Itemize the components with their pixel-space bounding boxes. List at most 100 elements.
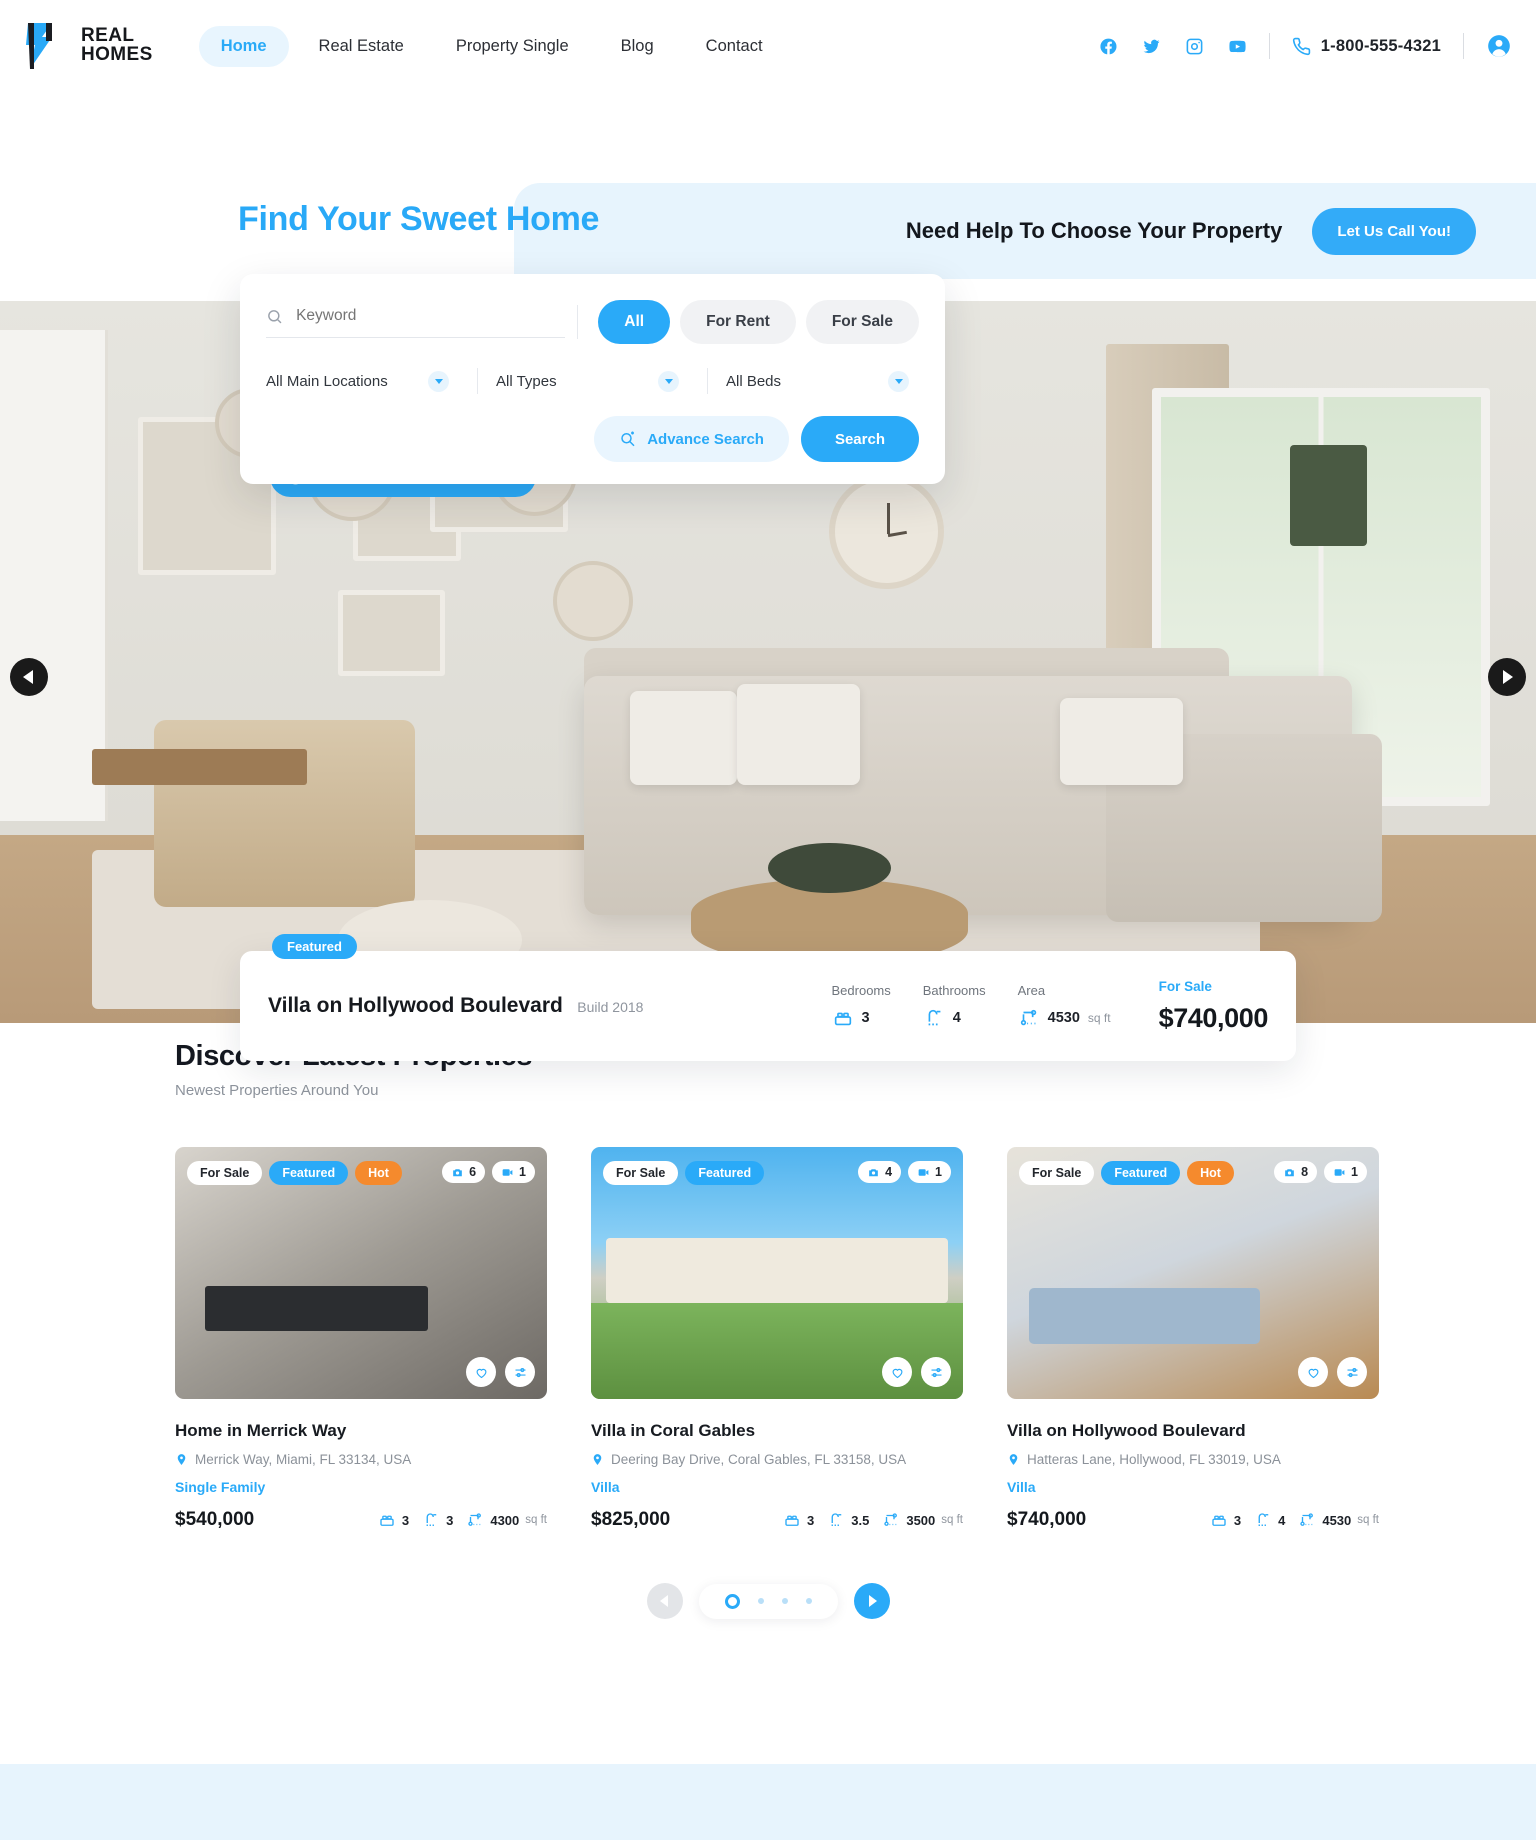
bed-icon [785, 1515, 799, 1526]
video-icon [1334, 1168, 1345, 1176]
card-actions [882, 1357, 951, 1387]
brand-logo-icon [22, 19, 70, 73]
nav-item-property-single[interactable]: Property Single [434, 26, 591, 67]
camera-icon [1285, 1168, 1294, 1176]
compare-button[interactable] [1337, 1357, 1367, 1387]
carousel-prev-button[interactable] [646, 1583, 683, 1619]
carousel-dot-4[interactable] [805, 1598, 812, 1604]
featured-property-card[interactable]: Featured Villa on Hollywood Boulevard Bu… [240, 934, 1296, 1061]
spec-beds: 3 [378, 1511, 409, 1529]
phone-link[interactable]: 1-800-555-4321 [1270, 37, 1463, 56]
nav-item-home[interactable]: Home [198, 25, 289, 67]
spec-area-value: 4300 [490, 1512, 520, 1528]
chevron-down-icon [658, 370, 679, 392]
spec-beds-value: 3 [807, 1512, 815, 1528]
user-circle-icon[interactable] [1486, 33, 1512, 59]
property-footer: $825,000 3 3.5 3500 sq ft [591, 1509, 963, 1531]
search-row-filters: All Main Locations All Types All Beds [266, 368, 919, 394]
spec-area: 4530 sq ft [1298, 1511, 1379, 1529]
social-links [1099, 37, 1247, 56]
property-footer: $540,000 3 3 4300 sq ft [175, 1509, 547, 1531]
compare-button[interactable] [921, 1357, 951, 1387]
media-counts: 8 1 [1274, 1161, 1367, 1183]
nav-item-blog[interactable]: Blog [599, 26, 676, 67]
video-count-value: 1 [1351, 1165, 1358, 1179]
nav-item-real-estate[interactable]: Real Estate [297, 26, 426, 67]
property-card[interactable]: For Sale Featured 4 1 Villa in Coral Gab… [591, 1147, 963, 1531]
nav-item-contact[interactable]: Contact [684, 26, 785, 67]
shower-icon [928, 1009, 941, 1026]
tab-all[interactable]: All [598, 300, 671, 344]
video-count: 1 [1324, 1161, 1367, 1183]
featured-area: Area 4530 sq ft [1018, 983, 1111, 1029]
property-card[interactable]: For Sale Featured Hot 8 1 Villa on Holly… [1007, 1147, 1379, 1531]
select-types-label: All Types [496, 372, 557, 390]
bed-icon [834, 1012, 851, 1026]
logo[interactable]: REAL HOMES [22, 19, 153, 73]
favorite-button[interactable] [466, 1357, 496, 1387]
shower-icon [1258, 1513, 1269, 1526]
favorite-button[interactable] [882, 1357, 912, 1387]
featured-heading: Villa on Hollywood Boulevard Build 2018 [268, 994, 643, 1018]
select-types[interactable]: All Types [496, 370, 689, 392]
spec-area: 4300 sq ft [466, 1511, 547, 1529]
featured-bedrooms-value: 3 [861, 1010, 870, 1026]
discover-subtitle: Newest Properties Around You [175, 1082, 379, 1099]
area-icon [884, 1513, 898, 1526]
spec-area-unit: sq ft [941, 1514, 963, 1526]
search-plus-icon [621, 431, 635, 447]
bed-icon [380, 1515, 394, 1526]
tab-for-rent[interactable]: For Rent [680, 300, 796, 344]
carousel-dot-1[interactable] [724, 1593, 740, 1609]
carousel-dot-3[interactable] [781, 1598, 788, 1604]
property-address-text: Merrick Way, Miami, FL 33134, USA [195, 1452, 412, 1467]
spec-area-unit: sq ft [525, 1514, 547, 1526]
video-count: 1 [908, 1161, 951, 1183]
property-image[interactable]: For Sale Featured Hot 8 1 [1007, 1147, 1379, 1399]
spec-beds-value: 3 [1233, 1512, 1242, 1528]
search-row-actions: Advance Search Search [266, 416, 919, 462]
carousel-dots [698, 1583, 838, 1619]
discover-section: Discover Latest Properties Newest Proper… [0, 1040, 1536, 1619]
property-image[interactable]: For Sale Featured Hot 6 1 [175, 1147, 547, 1399]
header-utilities: 1-800-555-4321 [1099, 33, 1512, 59]
youtube-icon[interactable] [1228, 37, 1247, 56]
facebook-icon[interactable] [1099, 37, 1118, 56]
spec-beds: 3 [783, 1511, 814, 1529]
hero-prev-button[interactable] [10, 658, 48, 696]
property-image[interactable]: For Sale Featured 4 1 [591, 1147, 963, 1399]
site-header: REAL HOMES Home Real Estate Property Sin… [0, 0, 1536, 92]
property-type: Single Family [175, 1479, 266, 1495]
search-input[interactable] [296, 307, 566, 325]
spec-beds: 3 [1210, 1511, 1241, 1529]
select-locations[interactable]: All Main Locations [266, 370, 459, 392]
carousel-next-button[interactable] [853, 1583, 890, 1619]
compare-icon [931, 1367, 941, 1377]
media-counts: 4 1 [858, 1161, 951, 1183]
carousel-dot-2[interactable] [757, 1598, 764, 1604]
property-type: Villa [591, 1479, 620, 1495]
spec-area-value: 4530 [1322, 1512, 1352, 1528]
spec-beds-value: 3 [401, 1512, 410, 1528]
tab-for-sale[interactable]: For Sale [805, 300, 919, 344]
search-button[interactable]: Search [800, 416, 919, 462]
shower-icon [831, 1513, 842, 1526]
instagram-icon[interactable] [1185, 37, 1204, 56]
property-address-text: Hatteras Lane, Hollywood, FL 33019, USA [1027, 1452, 1281, 1467]
video-count-value: 1 [935, 1165, 942, 1179]
property-card[interactable]: For Sale Featured Hot 6 1 Home in Merric… [175, 1147, 547, 1531]
select-beds[interactable]: All Beds [726, 370, 919, 392]
header-divider-2 [1463, 33, 1464, 59]
twitter-icon[interactable] [1142, 37, 1161, 56]
hero-next-button[interactable] [1488, 658, 1526, 696]
phone-icon [1292, 37, 1310, 55]
chevron-down-icon [428, 370, 449, 392]
property-badges: For Sale Featured [603, 1161, 765, 1185]
let-us-call-you-button[interactable]: Let Us Call You! [1312, 207, 1476, 255]
video-count: 1 [492, 1161, 535, 1183]
compare-button[interactable] [505, 1357, 535, 1387]
advance-search-button[interactable]: Advance Search [594, 416, 789, 462]
badge-featured: Featured [269, 1161, 349, 1185]
favorite-button[interactable] [1298, 1357, 1328, 1387]
search-icon [268, 309, 282, 323]
